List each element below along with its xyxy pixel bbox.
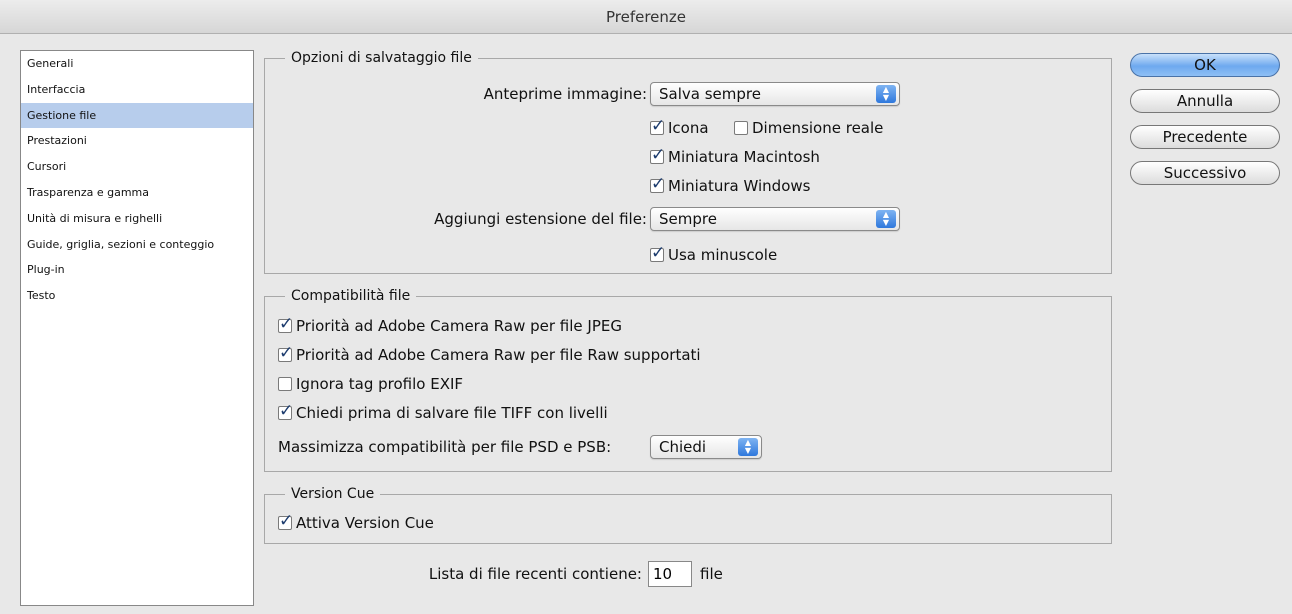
sidebar-item-guide-griglia[interactable]: Guide, griglia, sezioni e conteggio	[21, 232, 253, 258]
checkmark-icon	[278, 315, 293, 333]
maximize-compat-value: Chiedi	[659, 438, 707, 456]
recent-files-input[interactable]	[648, 561, 692, 587]
recent-files-suffix: file	[700, 565, 723, 583]
sidebar-item-plug-in[interactable]: Plug-in	[21, 257, 253, 283]
extension-popup[interactable]: Sempre ▲ ▼	[650, 207, 900, 231]
checkmark-icon	[278, 512, 293, 530]
icona-checkbox[interactable]: Icona	[650, 117, 709, 137]
ok-button[interactable]: OK	[1130, 53, 1280, 77]
checkmark-icon	[650, 175, 665, 193]
checkmark-icon	[650, 146, 665, 164]
raw-label: Priorità ad Adobe Camera Raw per file Ra…	[296, 346, 701, 364]
checkbox-empty-icon	[278, 377, 292, 391]
maximize-compat-label: Massimizza compatibilità per file PSD e …	[278, 438, 612, 456]
full-size-checkbox[interactable]: Dimensione reale	[734, 119, 883, 137]
compat-legend: Compatibilità file	[291, 288, 411, 304]
previews-value: Salva sempre	[659, 85, 761, 103]
updown-arrows-icon: ▲ ▼	[876, 210, 896, 228]
previous-button[interactable]: Precedente	[1130, 125, 1280, 149]
lowercase-label: Usa minuscole	[668, 246, 778, 264]
checkmark-icon	[278, 402, 293, 420]
tiff-label: Chiedi prima di salvare file TIFF con li…	[296, 404, 608, 422]
exif-label: Ignora tag profilo EXIF	[296, 375, 464, 393]
extension-label: Aggiungi estensione del file:	[434, 210, 647, 228]
sidebar-item-cursori[interactable]: Cursori	[21, 154, 253, 180]
sidebar-item-gestione-file[interactable]: Gestione file	[21, 102, 253, 129]
previews-popup[interactable]: Salva sempre ▲ ▼	[650, 82, 900, 106]
sidebar-item-trasparenza[interactable]: Trasparenza e gamma	[21, 180, 253, 206]
version-cue-checkbox[interactable]: Attiva Version Cue	[278, 512, 434, 532]
sidebar-item-prestazioni[interactable]: Prestazioni	[21, 128, 253, 154]
full-size-label: Dimensione reale	[752, 119, 884, 137]
window-title: Preferenze	[0, 0, 1292, 34]
version-cue-legend: Version Cue	[291, 486, 375, 502]
checkmark-icon	[650, 244, 665, 262]
mac-thumb-checkbox[interactable]: Miniatura Macintosh	[650, 146, 820, 166]
updown-arrows-icon: ▲ ▼	[876, 85, 896, 103]
checkmark-icon	[278, 344, 293, 362]
save-options-legend: Opzioni di salvataggio file	[291, 50, 472, 66]
cancel-button[interactable]: Annulla	[1130, 89, 1280, 113]
extension-value: Sempre	[659, 210, 717, 228]
jpeg-label: Priorità ad Adobe Camera Raw per file JP…	[296, 317, 622, 335]
preferences-category-list[interactable]: Generali Interfaccia Gestione file Prest…	[20, 50, 254, 606]
updown-arrows-icon: ▲ ▼	[738, 438, 758, 456]
win-thumb-label: Miniatura Windows	[668, 177, 811, 195]
lowercase-checkbox[interactable]: Usa minuscole	[650, 244, 778, 264]
sidebar-item-unita-misura[interactable]: Unità di misura e righelli	[21, 206, 253, 232]
jpeg-camera-raw-checkbox[interactable]: Priorità ad Adobe Camera Raw per file JP…	[278, 315, 622, 335]
checkmark-icon	[650, 117, 665, 135]
exif-checkbox[interactable]: Ignora tag profilo EXIF	[278, 375, 463, 393]
sidebar-item-interfaccia[interactable]: Interfaccia	[21, 77, 253, 103]
recent-files-label: Lista di file recenti contiene:	[428, 565, 642, 583]
icona-label: Icona	[668, 119, 709, 137]
maximize-compat-popup[interactable]: Chiedi ▲ ▼	[650, 435, 762, 459]
win-thumb-checkbox[interactable]: Miniatura Windows	[650, 175, 811, 195]
version-cue-label: Attiva Version Cue	[296, 514, 434, 532]
sidebar-item-testo[interactable]: Testo	[21, 283, 253, 309]
raw-camera-raw-checkbox[interactable]: Priorità ad Adobe Camera Raw per file Ra…	[278, 344, 701, 364]
checkbox-empty-icon	[734, 121, 748, 135]
mac-thumb-label: Miniatura Macintosh	[668, 148, 820, 166]
next-button[interactable]: Successivo	[1130, 161, 1280, 185]
tiff-checkbox[interactable]: Chiedi prima di salvare file TIFF con li…	[278, 402, 608, 422]
sidebar-item-generali[interactable]: Generali	[21, 51, 253, 77]
previews-label: Anteprime immagine:	[483, 85, 647, 103]
